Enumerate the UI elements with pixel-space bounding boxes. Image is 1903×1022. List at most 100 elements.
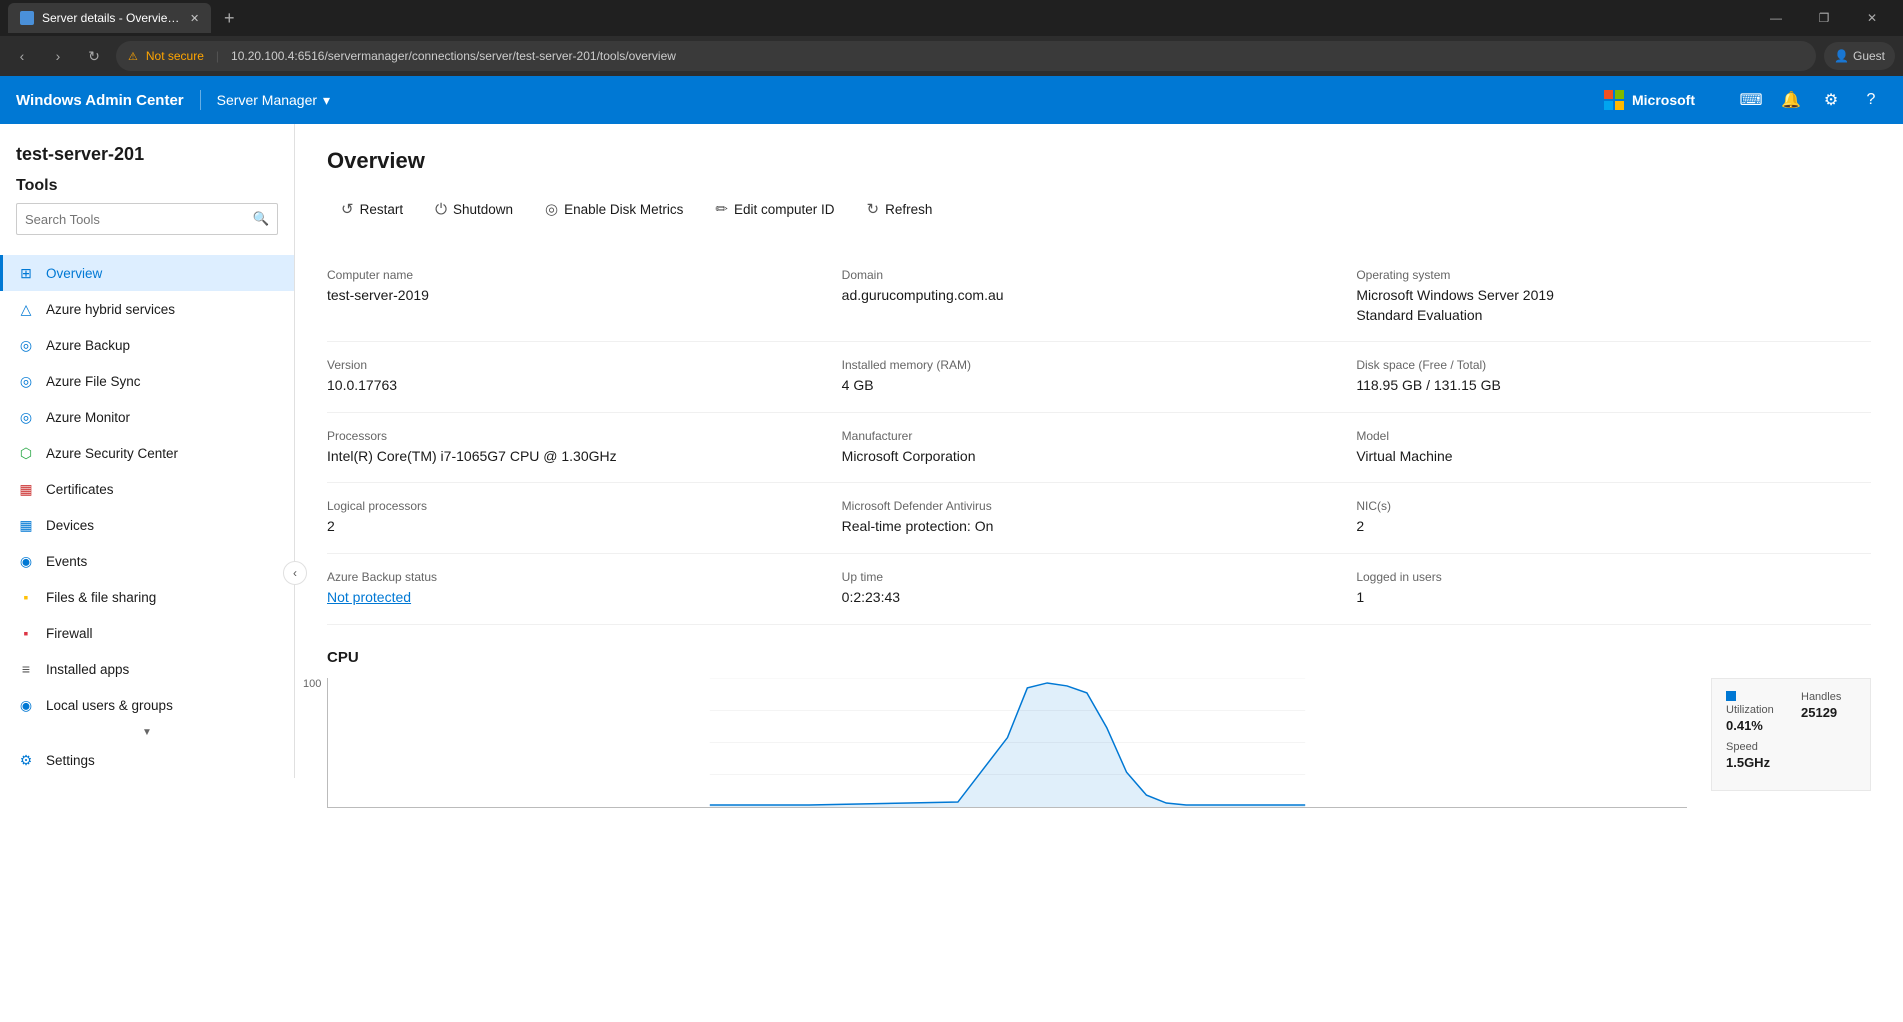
- refresh-label: Refresh: [885, 202, 932, 217]
- label-uptime: Up time: [842, 570, 1357, 584]
- shutdown-button[interactable]: ⏻ Shutdown: [421, 195, 527, 224]
- tools-label: Tools: [16, 177, 278, 195]
- value-domain: ad.gurucomputing.com.au: [842, 286, 1357, 306]
- azure-backup-icon: ◎: [16, 335, 36, 355]
- header-icons: ⌨ 🔔 ⚙ ?: [1735, 84, 1887, 116]
- edit-computer-id-label: Edit computer ID: [734, 202, 835, 217]
- nav-settings-icon: ⚙: [16, 750, 36, 770]
- sidebar-wrapper: test-server-201 Tools 🔍 ⊞ Overview △ A: [0, 124, 295, 1022]
- sidebar-item-overview[interactable]: ⊞ Overview: [0, 255, 294, 291]
- tab-favicon: [20, 11, 34, 25]
- legend-handles-value: 25129: [1801, 705, 1856, 720]
- cpu-chart-container: 100: [327, 678, 1687, 811]
- label-computer-name: Computer name: [327, 268, 842, 282]
- sidebar-item-devices[interactable]: ▦ Devices: [0, 507, 294, 543]
- label-model: Model: [1356, 429, 1871, 443]
- close-button[interactable]: ✕: [1849, 0, 1895, 38]
- server-manager-dropdown[interactable]: Server Manager ▾: [217, 92, 330, 109]
- value-nic: 2: [1356, 517, 1871, 537]
- microsoft-logo: Microsoft: [1604, 90, 1695, 110]
- tab-close-button[interactable]: ✕: [190, 12, 199, 25]
- label-ram: Installed memory (RAM): [842, 358, 1357, 372]
- shutdown-label: Shutdown: [453, 202, 513, 217]
- sidebar-item-azure-backup[interactable]: ◎ Azure Backup: [0, 327, 294, 363]
- server-manager-label: Server Manager: [217, 92, 317, 108]
- edit-computer-id-button[interactable]: ✏ Edit computer ID: [701, 194, 848, 224]
- minimize-button[interactable]: —: [1753, 0, 1799, 38]
- toolbar: ↺ Restart ⏻ Shutdown ◎ Enable Disk Metri…: [327, 194, 1871, 224]
- info-cell-manufacturer: Manufacturer Microsoft Corporation: [842, 413, 1357, 484]
- refresh-button[interactable]: ↻ Refresh: [853, 194, 947, 224]
- info-cell-logged-users: Logged in users 1: [1356, 554, 1871, 625]
- sidebar-item-azure-hybrid-services[interactable]: △ Azure hybrid services: [0, 291, 294, 327]
- info-grid: Computer name test-server-2019 Domain ad…: [327, 252, 1871, 625]
- info-cell-uptime: Up time 0:2:23:43: [842, 554, 1357, 625]
- restart-icon: ↺: [341, 200, 354, 218]
- header-divider: [200, 90, 201, 110]
- back-button[interactable]: ‹: [8, 42, 36, 70]
- search-button[interactable]: 🔍: [245, 203, 277, 235]
- enable-disk-metrics-label: Enable Disk Metrics: [564, 202, 683, 217]
- scroll-down-indicator[interactable]: ▼: [0, 723, 294, 742]
- sidebar-item-installed-apps[interactable]: ≡ Installed apps: [0, 651, 294, 687]
- value-disk: 118.95 GB / 131.15 GB: [1356, 376, 1871, 396]
- user-label: Guest: [1853, 49, 1885, 63]
- terminal-icon[interactable]: ⌨: [1735, 84, 1767, 116]
- label-version: Version: [327, 358, 842, 372]
- sidebar-item-label: Settings: [46, 753, 95, 768]
- sidebar-item-local-users-groups[interactable]: ◉ Local users & groups: [0, 687, 294, 723]
- browser-controls: ‹ › ↻ ⚠ Not secure | 10.20.100.4:6516/se…: [0, 36, 1903, 76]
- restart-button[interactable]: ↺ Restart: [327, 194, 417, 224]
- sidebar-item-certificates[interactable]: ▦ Certificates: [0, 471, 294, 507]
- search-box[interactable]: 🔍: [16, 203, 278, 235]
- azure-file-sync-icon: ◎: [16, 371, 36, 391]
- help-icon[interactable]: ?: [1855, 84, 1887, 116]
- disk-metrics-icon: ◎: [545, 200, 558, 218]
- scroll-down-icon: ▼: [142, 727, 152, 738]
- overview-icon: ⊞: [16, 263, 36, 283]
- sidebar: test-server-201 Tools 🔍 ⊞ Overview △ A: [0, 124, 295, 778]
- active-tab[interactable]: Server details - Overview - Serve... ✕: [8, 3, 211, 33]
- sidebar-item-azure-monitor[interactable]: ◎ Azure Monitor: [0, 399, 294, 435]
- certificates-icon: ▦: [16, 479, 36, 499]
- cpu-section-title: CPU: [327, 649, 1871, 666]
- enable-disk-metrics-button[interactable]: ◎ Enable Disk Metrics: [531, 194, 697, 224]
- sidebar-item-azure-file-sync[interactable]: ◎ Azure File Sync: [0, 363, 294, 399]
- installed-apps-icon: ≡: [16, 659, 36, 679]
- value-os: Microsoft Windows Server 2019Standard Ev…: [1356, 286, 1871, 325]
- label-logged-users: Logged in users: [1356, 570, 1871, 584]
- user-button[interactable]: 👤 Guest: [1824, 42, 1895, 70]
- page-title: Overview: [327, 148, 1871, 174]
- settings-icon[interactable]: ⚙: [1815, 84, 1847, 116]
- restore-button[interactable]: ❐: [1801, 0, 1847, 38]
- sidebar-item-events[interactable]: ◉ Events: [0, 543, 294, 579]
- notifications-icon[interactable]: 🔔: [1775, 84, 1807, 116]
- value-backup-status[interactable]: Not protected: [327, 588, 842, 608]
- main-layout: test-server-201 Tools 🔍 ⊞ Overview △ A: [0, 124, 1903, 1022]
- info-cell-disk: Disk space (Free / Total) 118.95 GB / 13…: [1356, 342, 1871, 413]
- azure-monitor-icon: ◎: [16, 407, 36, 427]
- sidebar-item-label: Azure hybrid services: [46, 302, 175, 317]
- label-processors: Processors: [327, 429, 842, 443]
- legend-utilization: Utilization 0.41%: [1726, 691, 1781, 733]
- sidebar-item-firewall[interactable]: ▪ Firewall: [0, 615, 294, 651]
- url-text: 10.20.100.4:6516/servermanager/connectio…: [231, 49, 676, 63]
- tab-bar: Server details - Overview - Serve... ✕ +…: [0, 0, 1903, 36]
- new-tab-button[interactable]: +: [215, 4, 243, 32]
- sidebar-item-settings[interactable]: ⚙ Settings: [0, 742, 294, 778]
- content-refresh-icon: ↻: [867, 200, 880, 218]
- user-avatar-icon: 👤: [1834, 49, 1849, 63]
- search-input[interactable]: [17, 212, 245, 227]
- cpu-chart: [327, 678, 1687, 808]
- browser-refresh-button[interactable]: ↻: [80, 42, 108, 70]
- address-bar[interactable]: ⚠ Not secure | 10.20.100.4:6516/serverma…: [116, 41, 1816, 71]
- sidebar-item-azure-security-center[interactable]: ⬡ Azure Security Center: [0, 435, 294, 471]
- sidebar-collapse-button[interactable]: ‹: [283, 561, 307, 585]
- info-cell-version: Version 10.0.17763: [327, 342, 842, 413]
- legend-speed-label: Speed: [1726, 741, 1856, 753]
- sidebar-item-files-sharing[interactable]: ▪ Files & file sharing: [0, 579, 294, 615]
- forward-button[interactable]: ›: [44, 42, 72, 70]
- sidebar-item-label: Firewall: [46, 626, 93, 641]
- firewall-icon: ▪: [16, 623, 36, 643]
- server-manager-chevron-icon: ▾: [323, 92, 330, 109]
